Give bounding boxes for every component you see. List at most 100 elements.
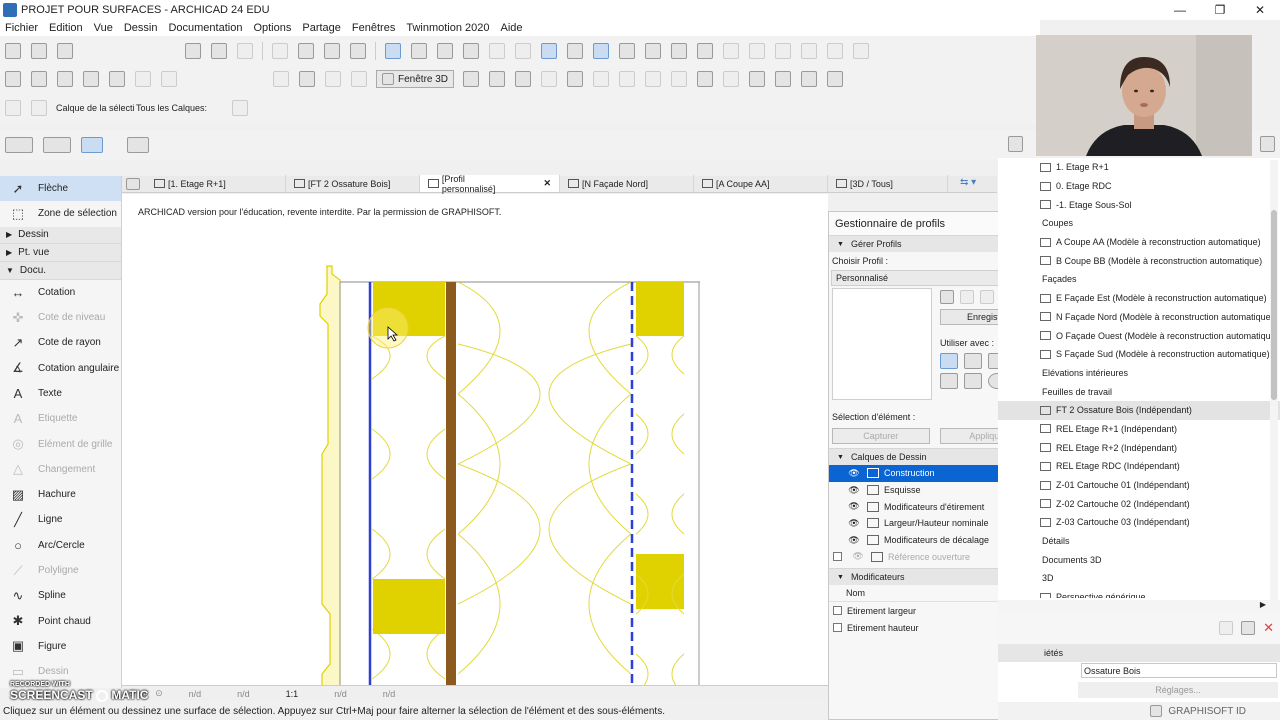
tool-arc-circle[interactable]: ○ Arc/Cercle bbox=[0, 533, 121, 558]
menu-item-dessin[interactable]: Dessin bbox=[124, 22, 158, 34]
tab-overview-icon[interactable] bbox=[126, 178, 140, 190]
tool-line[interactable]: ╱ Ligne bbox=[0, 507, 121, 532]
tab-2[interactable]: [Profil personnalisé] ✕ bbox=[420, 174, 560, 194]
paint-icon[interactable] bbox=[749, 71, 766, 87]
camera-icon[interactable] bbox=[83, 71, 99, 87]
eye-icon[interactable]: 👁 bbox=[847, 518, 861, 529]
eye-icon[interactable]: 👁 bbox=[847, 485, 861, 496]
navigator-item[interactable]: Façades bbox=[998, 270, 1280, 289]
grid-snap-icon[interactable] bbox=[463, 43, 479, 59]
use-with-beam-icon[interactable] bbox=[964, 353, 982, 369]
scale-value[interactable]: 1:1 bbox=[286, 689, 299, 699]
menu-item-fichier[interactable]: Fichier bbox=[5, 22, 38, 34]
export-icon[interactable] bbox=[827, 71, 844, 87]
tool-fill[interactable]: ▨ Hachure bbox=[0, 482, 121, 507]
navigator-item[interactable]: O Façade Ouest (Modèle à reconstruction … bbox=[998, 326, 1280, 345]
image-icon[interactable] bbox=[671, 43, 687, 59]
navigator-menu-icon[interactable] bbox=[1260, 136, 1275, 152]
use-with-railing-icon[interactable] bbox=[964, 373, 982, 389]
navigator-item[interactable]: Détails bbox=[998, 532, 1280, 551]
pick-icon[interactable] bbox=[272, 43, 288, 59]
navigator-item[interactable]: REL Etage RDC (Indépendant) bbox=[998, 457, 1280, 476]
person-icon[interactable] bbox=[515, 71, 532, 87]
menu-item-aide[interactable]: Aide bbox=[501, 22, 523, 34]
nav-value-1[interactable]: n/d bbox=[189, 689, 202, 699]
layer-lock-icon[interactable] bbox=[31, 100, 47, 116]
navigator-item[interactable]: REL Etage R+2 (Indépendant) bbox=[998, 438, 1280, 457]
sun-icon[interactable] bbox=[619, 71, 636, 87]
arrow-tool-icon[interactable] bbox=[127, 137, 149, 153]
settings-icon[interactable] bbox=[161, 71, 177, 87]
palette-icon[interactable] bbox=[135, 71, 151, 87]
fenetre-3d-button[interactable]: Fenêtre 3D bbox=[376, 70, 455, 88]
eye-icon[interactable]: 👁 bbox=[847, 535, 861, 546]
tool-figure[interactable]: ▣ Figure bbox=[0, 634, 121, 659]
explode-icon[interactable] bbox=[723, 71, 740, 87]
tab-1[interactable]: [FT 2 Ossature Bois] bbox=[286, 175, 420, 192]
redo-icon[interactable] bbox=[237, 43, 253, 59]
info-icon[interactable] bbox=[5, 71, 21, 87]
nav-value-2[interactable]: n/d bbox=[237, 689, 250, 699]
capturer-button[interactable]: Capturer bbox=[832, 428, 930, 444]
tool-angle-dimension[interactable]: ∡ Cotation angulaire bbox=[0, 356, 121, 381]
new-folder-icon[interactable] bbox=[1219, 621, 1234, 635]
marquee-method-icon[interactable] bbox=[43, 137, 71, 153]
tab-5[interactable]: [3D / Tous] bbox=[828, 175, 948, 192]
rotate-icon[interactable] bbox=[827, 43, 843, 59]
modifier-checkbox[interactable] bbox=[833, 623, 842, 633]
restore-icon[interactable]: ❐ bbox=[1200, 0, 1240, 20]
section-pt-vue[interactable]: ▶ Pt. vue bbox=[0, 244, 121, 262]
view-name-field[interactable]: Ossature Bois bbox=[1081, 663, 1277, 678]
profile-list[interactable] bbox=[832, 288, 932, 400]
navigator-item[interactable]: E Façade Est (Modèle à reconstruction au… bbox=[998, 289, 1280, 308]
layers-icon[interactable] bbox=[593, 43, 609, 59]
menu-item-fen-tres[interactable]: Fenêtres bbox=[352, 22, 395, 34]
material-icon[interactable] bbox=[567, 71, 584, 87]
navigator-item[interactable]: N Façade Nord (Modèle à reconstruction a… bbox=[998, 308, 1280, 327]
nav-value-4[interactable]: n/d bbox=[383, 689, 396, 699]
fillet-icon[interactable] bbox=[801, 43, 817, 59]
navigator-item[interactable]: S Façade Sud (Modèle à reconstruction au… bbox=[998, 345, 1280, 364]
menu-item-partage[interactable]: Partage bbox=[302, 22, 341, 34]
align-icon[interactable] bbox=[31, 43, 47, 59]
car-icon[interactable] bbox=[57, 43, 73, 59]
split-icon[interactable] bbox=[749, 43, 765, 59]
navigator-item[interactable]: 0. Etage RDC bbox=[998, 177, 1280, 196]
wall-icon[interactable] bbox=[463, 71, 480, 87]
walk-icon[interactable] bbox=[541, 71, 558, 87]
section-docu[interactable]: ▼ Docu. bbox=[0, 261, 121, 280]
save-icon[interactable] bbox=[185, 43, 201, 59]
navigator-item[interactable]: Documents 3D bbox=[998, 550, 1280, 569]
window-icon[interactable] bbox=[299, 71, 315, 87]
use-with-handrail-icon[interactable] bbox=[940, 373, 958, 389]
scroll-right-icon[interactable]: ▶ bbox=[1260, 600, 1266, 609]
navigator-item[interactable]: Coupes bbox=[998, 214, 1280, 233]
menu-item-edition[interactable]: Edition bbox=[49, 22, 83, 34]
home-icon[interactable] bbox=[853, 43, 869, 59]
bucket-icon[interactable] bbox=[775, 71, 792, 87]
door-icon[interactable] bbox=[273, 71, 289, 87]
eye-icon[interactable]: 👁 bbox=[851, 551, 865, 562]
menu-item-twinmotion-2020[interactable]: Twinmotion 2020 bbox=[406, 22, 489, 34]
close-window-icon[interactable]: ✕ bbox=[1240, 0, 1280, 20]
tool-level-dimension[interactable]: ✜ Cote de niveau bbox=[0, 305, 121, 330]
profile-drawing[interactable] bbox=[122, 194, 828, 686]
new-profile-icon[interactable] bbox=[940, 290, 954, 304]
section-dessin[interactable]: ▶ Dessin bbox=[0, 226, 121, 245]
section-icon[interactable] bbox=[57, 71, 73, 87]
tool-hotspot[interactable]: ✱ Point chaud bbox=[0, 609, 121, 634]
reglages-button[interactable]: Réglages... bbox=[1078, 682, 1278, 698]
minimize-icon[interactable]: — bbox=[1160, 0, 1200, 20]
tool-polyline[interactable]: ⟋ Polyligne bbox=[0, 558, 121, 583]
stairs-icon[interactable] bbox=[801, 71, 818, 87]
navigator-item[interactable]: 1. Etage R+1 bbox=[998, 158, 1280, 177]
close-tab-icon[interactable]: ✕ bbox=[543, 178, 551, 189]
rotate-view-icon[interactable] bbox=[81, 137, 103, 153]
paste-icon[interactable] bbox=[351, 71, 367, 87]
offset-icon[interactable] bbox=[775, 43, 791, 59]
duplicate-profile-icon[interactable] bbox=[960, 290, 974, 304]
tab-4[interactable]: [A Coupe AA] bbox=[694, 175, 828, 192]
tab-0[interactable]: [1. Etage R+1] bbox=[146, 175, 286, 192]
suspend-groups-icon[interactable] bbox=[541, 43, 557, 59]
lock-icon[interactable] bbox=[489, 43, 505, 59]
